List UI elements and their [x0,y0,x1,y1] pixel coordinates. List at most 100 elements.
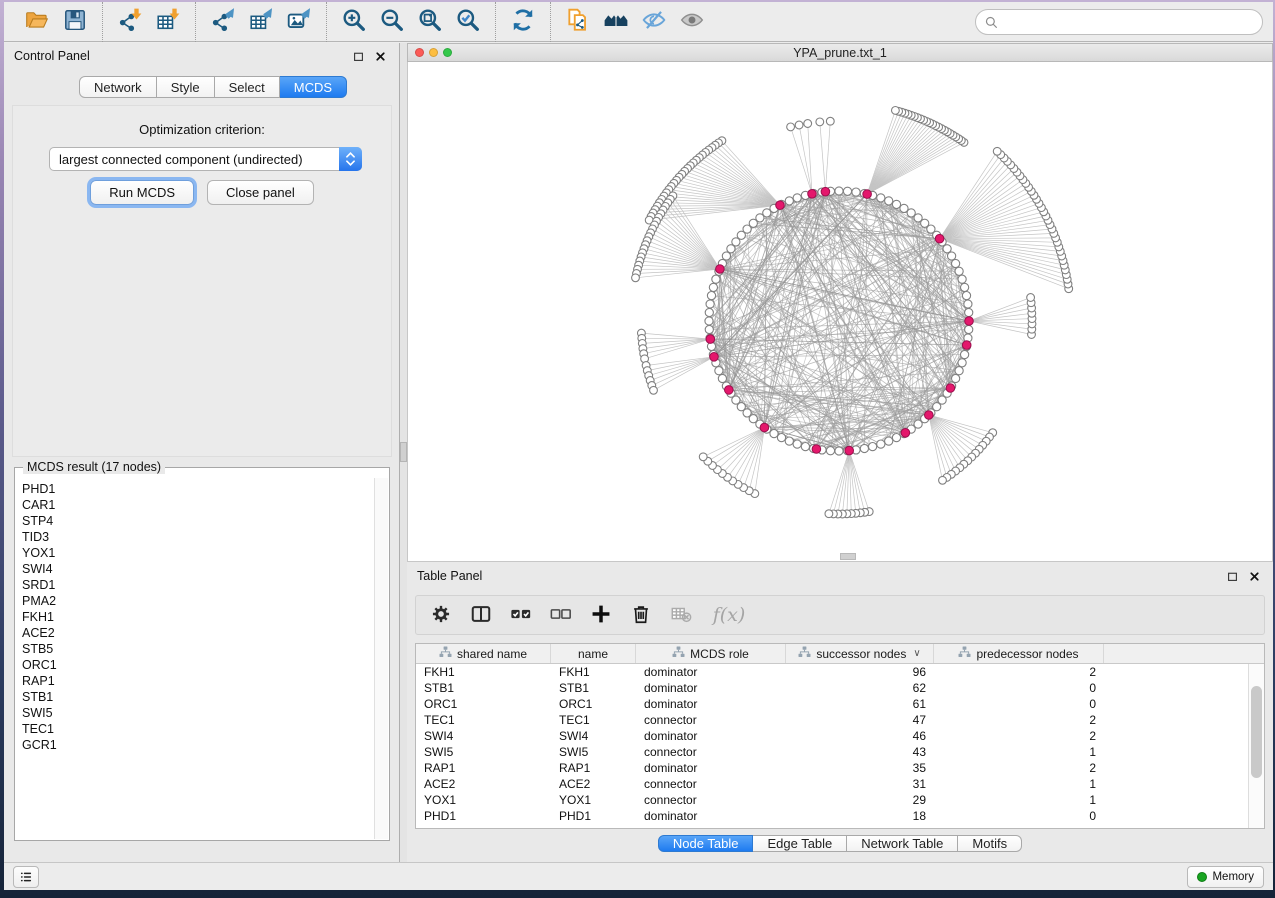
node-table: shared namenameMCDS rolesuccessor nodes∨… [415,643,1265,829]
show-all-icon [679,7,705,36]
mcds-result-item[interactable]: CAR1 [22,497,374,513]
tab-style[interactable]: Style [157,76,215,98]
column-header-shared-name[interactable]: shared name [416,644,551,663]
table-row[interactable]: FKH1FKH1dominator962 [416,664,1248,680]
mcds-result-item[interactable]: FKH1 [22,609,374,625]
table-row[interactable]: YOX1YOX1connector291 [416,792,1248,808]
mcds-list-scrollbar[interactable] [374,478,388,839]
mcds-result-item[interactable]: YOX1 [22,545,374,561]
table-row[interactable]: STB1STB1dominator620 [416,680,1248,696]
delete-button[interactable] [628,602,654,628]
table-splitter-grip[interactable] [840,553,856,560]
table-row[interactable]: RAP1RAP1dominator352 [416,760,1248,776]
open-button[interactable] [18,6,56,38]
float-panel-icon[interactable] [349,47,367,65]
mcds-result-item[interactable]: STB5 [22,641,374,657]
mcds-result-item[interactable]: PMA2 [22,593,374,609]
mcds-result-item[interactable]: TEC1 [22,721,374,737]
zoom-selected-button[interactable] [449,6,487,38]
table-cell: 35 [786,760,934,776]
save-button[interactable] [56,6,94,38]
apply-layout-icon [510,7,536,36]
copy-network-icon [565,7,591,36]
hide-selected-button[interactable] [635,6,673,38]
tab-mcds[interactable]: MCDS [280,76,347,98]
close-panel-icon[interactable] [371,47,389,65]
column-header-name[interactable]: name [551,644,636,663]
mcds-result-item[interactable]: PHD1 [22,481,374,497]
first-neighbors-button[interactable] [597,6,635,38]
tab-node-table[interactable]: Node Table [658,835,754,852]
run-mcds-button[interactable]: Run MCDS [90,180,194,205]
table-row[interactable]: TEC1TEC1connector472 [416,712,1248,728]
tab-motifs[interactable]: Motifs [958,835,1022,852]
mcds-result-item[interactable]: SRD1 [22,577,374,593]
network-graph[interactable] [408,62,1272,559]
export-table-button[interactable] [242,6,280,38]
select-all-button[interactable] [508,602,534,628]
hierarchy-icon [798,646,811,661]
search-field[interactable] [975,9,1263,35]
mcds-result-item[interactable]: TID3 [22,529,374,545]
optimization-criterion-label: Optimization criterion: [13,122,391,137]
mcds-result-item[interactable]: SWI4 [22,561,374,577]
export-table-icon [248,7,274,36]
zoom-in-button[interactable] [335,6,373,38]
table-scrollbar[interactable] [1248,664,1264,828]
memory-button[interactable]: Memory [1187,866,1264,888]
settings-button[interactable] [428,602,454,628]
mcds-result-item[interactable]: ACE2 [22,625,374,641]
column-header-MCDS-role[interactable]: MCDS role [636,644,786,663]
mcds-result-item[interactable]: STB1 [22,689,374,705]
panel-splitter[interactable] [400,43,407,862]
mcds-result-item[interactable]: ORC1 [22,657,374,673]
table-row[interactable]: ORC1ORC1dominator610 [416,696,1248,712]
export-image-button[interactable] [280,6,318,38]
table-row[interactable]: PHD1PHD1dominator180 [416,808,1248,824]
apply-layout-button[interactable] [504,6,542,38]
network-window-titlebar[interactable]: YPA_prune.txt_1 [407,43,1273,62]
column-view-button[interactable] [468,602,494,628]
table-cell: 2 [934,728,1104,744]
add-button[interactable] [588,602,614,628]
column-header-predecessor-nodes[interactable]: predecessor nodes [934,644,1104,663]
import-network-button[interactable] [111,6,149,38]
table-scrollbar-thumb[interactable] [1251,686,1262,778]
table-cell: 62 [786,680,934,696]
copy-network-button[interactable] [559,6,597,38]
zoom-fit-button[interactable] [411,6,449,38]
network-canvas[interactable] [407,62,1273,562]
column-header-successor-nodes[interactable]: successor nodes∨ [786,644,934,663]
close-table-panel-icon[interactable] [1245,567,1263,585]
show-all-button[interactable] [673,6,711,38]
splitter-grip[interactable] [400,442,407,462]
table-row[interactable]: ACE2ACE2connector311 [416,776,1248,792]
tab-edge-table[interactable]: Edge Table [753,835,847,852]
search-input[interactable] [999,15,1262,29]
control-panel: Control Panel NetworkStyleSelectMCDS Opt… [4,43,400,862]
table-cell: 0 [934,680,1104,696]
tab-network[interactable]: Network [79,76,157,98]
mcds-result-item[interactable]: SWI5 [22,705,374,721]
mcds-result-item[interactable]: GCR1 [22,737,374,753]
settings-icon [430,603,452,628]
cytoscape-window: Control Panel NetworkStyleSelectMCDS Opt… [4,2,1273,890]
zoom-out-button[interactable] [373,6,411,38]
float-table-panel-icon[interactable] [1223,567,1241,585]
tab-select[interactable]: Select [215,76,280,98]
table-cell: STB1 [551,680,636,696]
table-cell: ACE2 [416,776,551,792]
mcds-result-list[interactable]: PHD1CAR1STP4TID3YOX1SWI4SRD1PMA2FKH1ACE2… [16,478,374,839]
optimization-criterion-select[interactable]: largest connected component (undirected) [49,147,362,171]
hierarchy-icon [958,646,971,661]
export-network-button[interactable] [204,6,242,38]
deselect-all-button[interactable] [548,602,574,628]
close-panel-button[interactable]: Close panel [207,180,314,205]
mcds-result-item[interactable]: RAP1 [22,673,374,689]
import-table-button[interactable] [149,6,187,38]
table-row[interactable]: SWI4SWI4dominator462 [416,728,1248,744]
tab-network-table[interactable]: Network Table [847,835,958,852]
task-history-button[interactable] [13,866,39,888]
table-row[interactable]: SWI5SWI5connector431 [416,744,1248,760]
mcds-result-item[interactable]: STP4 [22,513,374,529]
